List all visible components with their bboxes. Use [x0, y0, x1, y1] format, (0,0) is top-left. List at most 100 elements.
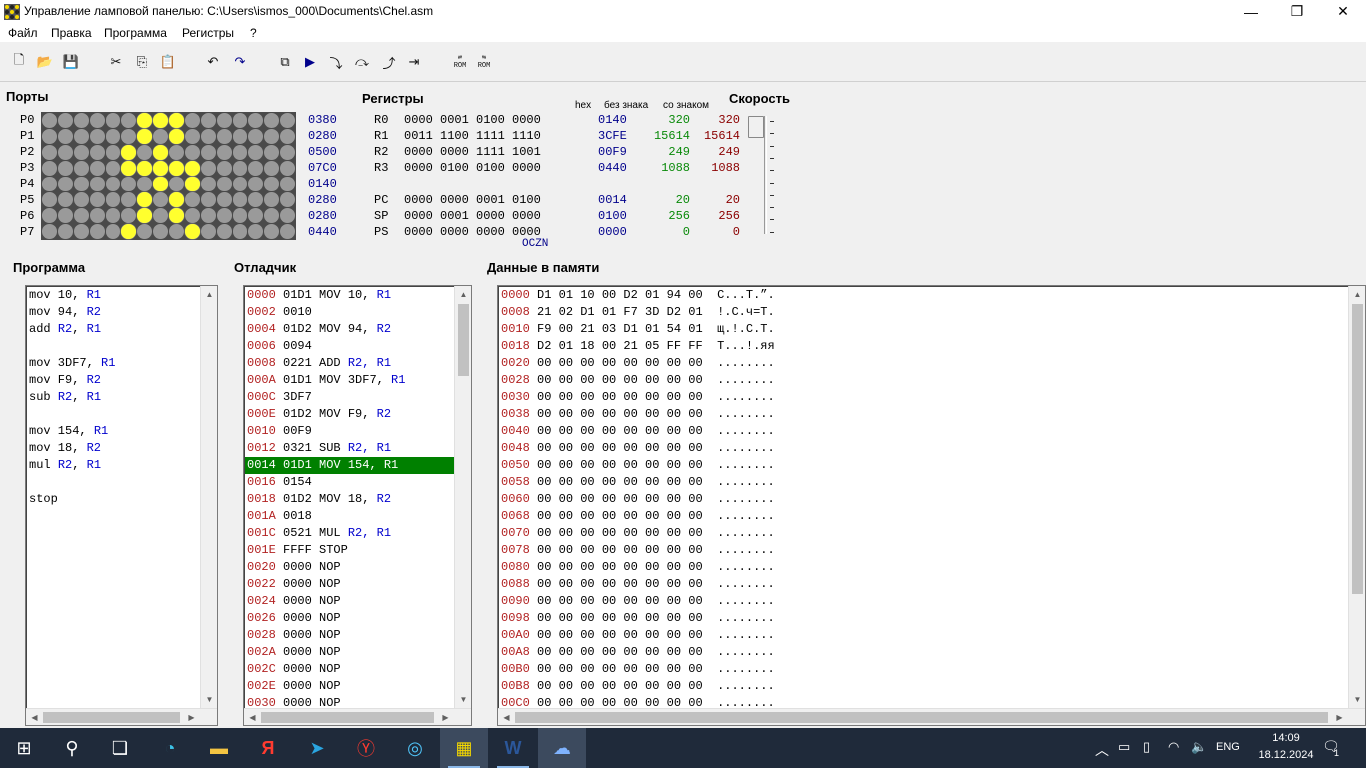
lamp[interactable] — [184, 176, 200, 192]
program-line[interactable]: mov F9, R2 — [27, 372, 201, 389]
program-line[interactable]: mov 94, R2 — [27, 304, 201, 321]
lamp[interactable] — [264, 160, 280, 176]
lamp[interactable] — [42, 160, 57, 176]
lamp[interactable] — [121, 208, 137, 224]
lamp[interactable] — [216, 208, 232, 224]
step-over-icon[interactable]: ⤼ — [352, 52, 372, 72]
menu-edit[interactable]: Правка — [51, 26, 92, 40]
lamp[interactable] — [89, 176, 105, 192]
lamp[interactable] — [105, 192, 121, 208]
lamp[interactable] — [216, 113, 232, 128]
lamp[interactable] — [264, 192, 280, 208]
lamp[interactable] — [232, 113, 248, 128]
lamp[interactable] — [73, 176, 89, 192]
lamp[interactable] — [57, 192, 73, 208]
memory-row[interactable]: 00A0 00 00 00 00 00 00 00 00 ........ — [499, 627, 1347, 644]
program-line[interactable]: add R2, R1 — [27, 321, 201, 338]
lamp[interactable] — [248, 176, 264, 192]
minimize-button[interactable]: — — [1228, 0, 1274, 23]
debugger-row[interactable]: 002E 0000 NOP — [245, 678, 455, 695]
debugger-row[interactable]: 001E FFFF STOP — [245, 542, 455, 559]
lamp[interactable] — [232, 176, 248, 192]
debugger-row-current[interactable]: 0014 01D1 MOV 154, R1 — [245, 457, 455, 474]
memory-row[interactable]: 00B0 00 00 00 00 00 00 00 00 ........ — [499, 661, 1347, 678]
lamp[interactable] — [89, 160, 105, 176]
scroll-left-icon[interactable]: ◀ — [498, 709, 515, 725]
program-line[interactable]: mov 154, R1 — [27, 423, 201, 440]
debugger-row[interactable]: 0010 00F9 — [245, 423, 455, 440]
lamp[interactable] — [200, 208, 216, 224]
debugger-listing[interactable]: 0000 01D1 MOV 10, R1 0002 0010 0004 01D2 … — [243, 285, 472, 726]
memory-row[interactable]: 0050 00 00 00 00 00 00 00 00 ........ — [499, 457, 1347, 474]
lamp[interactable] — [184, 144, 200, 160]
lamp[interactable] — [216, 192, 232, 208]
lamp[interactable] — [232, 192, 248, 208]
battery-icon[interactable]: ▯ — [1143, 739, 1150, 755]
lamp[interactable] — [57, 160, 73, 176]
save-rom-button[interactable]: ⇆ ROM — [474, 52, 494, 72]
program-line[interactable]: mov 10, R1 — [27, 287, 201, 304]
open-folder-icon[interactable]: 📂 — [35, 52, 55, 72]
debugger-row[interactable]: 000C 3DF7 — [245, 389, 455, 406]
lamp[interactable] — [89, 224, 105, 239]
lamp[interactable] — [169, 128, 184, 144]
program-line[interactable] — [27, 338, 201, 355]
lamp[interactable] — [184, 192, 200, 208]
file-explorer-icon[interactable]: ▬ — [195, 728, 243, 768]
program-editor[interactable]: mov 10, R1 mov 94, R2 add R2, R1 mov 3DF7, … — [25, 285, 218, 726]
lamp[interactable] — [153, 192, 168, 208]
lamp[interactable] — [153, 176, 168, 192]
program-line[interactable] — [27, 406, 201, 423]
step-out-icon[interactable]: ⤴ — [379, 52, 399, 72]
debugger-row[interactable]: 000E 01D2 MOV F9, R2 — [245, 406, 455, 423]
memory-row[interactable]: 0030 00 00 00 00 00 00 00 00 ........ — [499, 389, 1347, 406]
debugger-row[interactable]: 0028 0000 NOP — [245, 627, 455, 644]
lamp[interactable] — [137, 160, 153, 176]
lamp[interactable] — [264, 176, 280, 192]
memory-row[interactable]: 0020 00 00 00 00 00 00 00 00 ........ — [499, 355, 1347, 372]
lamp[interactable] — [42, 224, 57, 239]
lamp[interactable] — [248, 224, 264, 239]
debugger-row[interactable]: 0004 01D2 MOV 94, R2 — [245, 321, 455, 338]
cut-icon[interactable]: ✂ — [106, 52, 126, 72]
debugger-row[interactable]: 0008 0221 ADD R2, R1 — [245, 355, 455, 372]
lamp[interactable] — [73, 224, 89, 239]
lamp[interactable] — [73, 128, 89, 144]
maximize-button[interactable]: ❐ — [1274, 0, 1320, 23]
memory-row[interactable]: 0018 D2 01 18 00 21 05 FF FF Т...!.яя — [499, 338, 1347, 355]
lamp[interactable] — [89, 113, 105, 128]
yandex-icon[interactable]: Я — [244, 728, 292, 768]
lamp[interactable] — [121, 144, 137, 160]
lamp[interactable] — [153, 113, 168, 128]
lamp[interactable] — [232, 208, 248, 224]
title-bar[interactable]: Управление ламповой панелью: C:\Users\is… — [0, 0, 1366, 23]
settings-app-icon[interactable]: ◎ — [391, 728, 439, 768]
memory-row[interactable]: 0070 00 00 00 00 00 00 00 00 ........ — [499, 525, 1347, 542]
lamp[interactable] — [57, 144, 73, 160]
lamp[interactable] — [73, 113, 89, 128]
lamp[interactable] — [264, 144, 280, 160]
scroll-down-icon[interactable]: ▼ — [1349, 691, 1365, 708]
lamp[interactable] — [169, 208, 184, 224]
lamp[interactable] — [184, 224, 200, 239]
telegram-icon[interactable]: ➤ — [293, 728, 341, 768]
lamp[interactable] — [105, 224, 121, 239]
memory-row[interactable]: 0048 00 00 00 00 00 00 00 00 ........ — [499, 440, 1347, 457]
save-icon[interactable]: 💾 — [61, 52, 81, 72]
debugger-hscroll[interactable]: ◀ ▶ — [244, 708, 471, 725]
lamp[interactable] — [153, 144, 168, 160]
lamp[interactable] — [248, 192, 264, 208]
program-line[interactable] — [27, 474, 201, 491]
show-hidden-icons-icon[interactable]: ︿ — [1095, 740, 1109, 760]
volume-icon[interactable]: 🔈 — [1191, 739, 1207, 755]
memory-row[interactable]: 0010 F9 00 21 03 D1 01 54 01 щ.!.С.Т. — [499, 321, 1347, 338]
lamp[interactable] — [264, 113, 280, 128]
lamp[interactable] — [216, 144, 232, 160]
program-hscroll-thumb[interactable] — [43, 712, 180, 723]
lamp[interactable] — [57, 208, 73, 224]
debugger-row[interactable]: 0016 0154 — [245, 474, 455, 491]
lamp[interactable] — [121, 160, 137, 176]
language-indicator[interactable]: ENG — [1216, 741, 1240, 753]
debugger-row[interactable]: 0000 01D1 MOV 10, R1 — [245, 287, 455, 304]
memory-hscroll[interactable]: ◀ ▶ — [498, 708, 1365, 725]
